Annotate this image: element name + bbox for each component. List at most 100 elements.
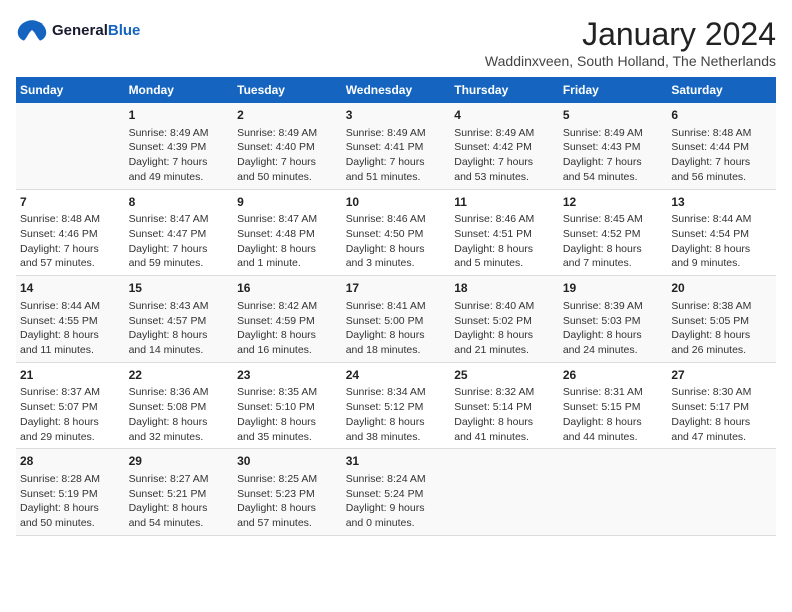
day-info: Sunrise: 8:39 AM Sunset: 5:03 PM Dayligh… — [563, 299, 664, 358]
logo-icon — [16, 16, 48, 44]
day-number: 16 — [237, 280, 338, 297]
calendar-week-row: 1 Sunrise: 8:49 AM Sunset: 4:39 PM Daylig… — [16, 103, 776, 189]
calendar-col-header: Tuesday — [233, 77, 342, 103]
calendar-col-header: Friday — [559, 77, 668, 103]
logo-text: GeneralBlue — [52, 22, 140, 39]
day-info: Sunrise: 8:35 AM Sunset: 5:10 PM Dayligh… — [237, 385, 338, 444]
calendar-cell: 13Sunrise: 8:44 AM Sunset: 4:54 PM Dayli… — [667, 189, 776, 276]
day-number: 18 — [454, 280, 555, 297]
page-header: GeneralBlue January 2024 Waddinxveen, So… — [16, 16, 776, 69]
calendar-cell: 21Sunrise: 8:37 AM Sunset: 5:07 PM Dayli… — [16, 362, 125, 449]
calendar-cell: 3 Sunrise: 8:49 AM Sunset: 4:41 PM Daylig… — [342, 103, 451, 189]
calendar-cell: 24Sunrise: 8:34 AM Sunset: 5:12 PM Dayli… — [342, 362, 451, 449]
day-info: Sunrise: 8:41 AM Sunset: 5:00 PM Dayligh… — [346, 299, 447, 358]
day-info: Sunrise: 8:48 AM Sunset: 4:46 PM Dayligh… — [20, 212, 121, 271]
calendar-col-header: Monday — [125, 77, 234, 103]
day-info: Sunrise: 8:40 AM Sunset: 5:02 PM Dayligh… — [454, 299, 555, 358]
day-info: Sunrise: 8:42 AM Sunset: 4:59 PM Dayligh… — [237, 299, 338, 358]
day-info: Sunrise: 8:49 AM Sunset: 4:41 PM Dayligh… — [346, 126, 447, 185]
calendar-cell: 30Sunrise: 8:25 AM Sunset: 5:23 PM Dayli… — [233, 449, 342, 536]
calendar-cell: 23Sunrise: 8:35 AM Sunset: 5:10 PM Dayli… — [233, 362, 342, 449]
calendar-col-header: Thursday — [450, 77, 559, 103]
day-info: Sunrise: 8:49 AM Sunset: 4:42 PM Dayligh… — [454, 126, 555, 185]
day-info: Sunrise: 8:44 AM Sunset: 4:55 PM Dayligh… — [20, 299, 121, 358]
day-number: 14 — [20, 280, 121, 297]
day-info: Sunrise: 8:49 AM Sunset: 4:40 PM Dayligh… — [237, 126, 338, 185]
day-info: Sunrise: 8:49 AM Sunset: 4:43 PM Dayligh… — [563, 126, 664, 185]
calendar-cell: 17Sunrise: 8:41 AM Sunset: 5:00 PM Dayli… — [342, 276, 451, 363]
day-number: 31 — [346, 453, 447, 470]
calendar-cell: 31 Sunrise: 8:24 AM Sunset: 5:24 PM Dayli… — [342, 449, 451, 536]
day-info: Sunrise: 8:49 AM Sunset: 4:39 PM Dayligh… — [129, 126, 230, 185]
day-number: 12 — [563, 194, 664, 211]
day-number: 5 — [563, 107, 664, 124]
calendar-cell: 7Sunrise: 8:48 AM Sunset: 4:46 PM Daylig… — [16, 189, 125, 276]
calendar-cell: 2Sunrise: 8:49 AM Sunset: 4:40 PM Daylig… — [233, 103, 342, 189]
day-number: 29 — [129, 453, 230, 470]
day-info: Sunrise: 8:46 AM Sunset: 4:51 PM Dayligh… — [454, 212, 555, 271]
month-title: January 2024 — [485, 16, 776, 53]
calendar-cell: 9Sunrise: 8:47 AM Sunset: 4:48 PM Daylig… — [233, 189, 342, 276]
day-number: 24 — [346, 367, 447, 384]
calendar-cell: 1 Sunrise: 8:49 AM Sunset: 4:39 PM Daylig… — [125, 103, 234, 189]
logo: GeneralBlue — [16, 16, 140, 44]
calendar-cell: 27Sunrise: 8:30 AM Sunset: 5:17 PM Dayli… — [667, 362, 776, 449]
calendar-cell — [16, 103, 125, 189]
calendar-week-row: 21Sunrise: 8:37 AM Sunset: 5:07 PM Dayli… — [16, 362, 776, 449]
calendar-cell: 6Sunrise: 8:48 AM Sunset: 4:44 PM Daylig… — [667, 103, 776, 189]
day-number: 30 — [237, 453, 338, 470]
day-number: 11 — [454, 194, 555, 211]
day-info: Sunrise: 8:36 AM Sunset: 5:08 PM Dayligh… — [129, 385, 230, 444]
day-number: 9 — [237, 194, 338, 211]
title-block: January 2024 Waddinxveen, South Holland,… — [485, 16, 776, 69]
calendar-cell: 16 Sunrise: 8:42 AM Sunset: 4:59 PM Dayli… — [233, 276, 342, 363]
day-number: 7 — [20, 194, 121, 211]
day-number: 28 — [20, 453, 121, 470]
calendar-cell: 29 Sunrise: 8:27 AM Sunset: 5:21 PM Dayli… — [125, 449, 234, 536]
day-number: 1 — [129, 107, 230, 124]
calendar-cell: 26Sunrise: 8:31 AM Sunset: 5:15 PM Dayli… — [559, 362, 668, 449]
calendar-cell: 11Sunrise: 8:46 AM Sunset: 4:51 PM Dayli… — [450, 189, 559, 276]
day-number: 26 — [563, 367, 664, 384]
day-info: Sunrise: 8:27 AM Sunset: 5:21 PM Dayligh… — [129, 472, 230, 531]
calendar-week-row: 28 Sunrise: 8:28 AM Sunset: 5:19 PM Dayli… — [16, 449, 776, 536]
calendar-week-row: 14 Sunrise: 8:44 AM Sunset: 4:55 PM Dayli… — [16, 276, 776, 363]
day-info: Sunrise: 8:47 AM Sunset: 4:48 PM Dayligh… — [237, 212, 338, 271]
day-number: 22 — [129, 367, 230, 384]
day-info: Sunrise: 8:44 AM Sunset: 4:54 PM Dayligh… — [671, 212, 772, 271]
calendar-cell: 5 Sunrise: 8:49 AM Sunset: 4:43 PM Daylig… — [559, 103, 668, 189]
calendar-cell — [667, 449, 776, 536]
day-number: 8 — [129, 194, 230, 211]
day-number: 15 — [129, 280, 230, 297]
day-number: 25 — [454, 367, 555, 384]
day-number: 6 — [671, 107, 772, 124]
day-number: 13 — [671, 194, 772, 211]
day-info: Sunrise: 8:28 AM Sunset: 5:19 PM Dayligh… — [20, 472, 121, 531]
calendar-cell — [559, 449, 668, 536]
day-info: Sunrise: 8:43 AM Sunset: 4:57 PM Dayligh… — [129, 299, 230, 358]
day-info: Sunrise: 8:30 AM Sunset: 5:17 PM Dayligh… — [671, 385, 772, 444]
location: Waddinxveen, South Holland, The Netherla… — [485, 53, 776, 69]
day-info: Sunrise: 8:47 AM Sunset: 4:47 PM Dayligh… — [129, 212, 230, 271]
calendar-table: SundayMondayTuesdayWednesdayThursdayFrid… — [16, 77, 776, 536]
calendar-col-header: Wednesday — [342, 77, 451, 103]
calendar-col-header: Sunday — [16, 77, 125, 103]
day-info: Sunrise: 8:38 AM Sunset: 5:05 PM Dayligh… — [671, 299, 772, 358]
calendar-cell: 14 Sunrise: 8:44 AM Sunset: 4:55 PM Dayli… — [16, 276, 125, 363]
day-info: Sunrise: 8:45 AM Sunset: 4:52 PM Dayligh… — [563, 212, 664, 271]
day-info: Sunrise: 8:37 AM Sunset: 5:07 PM Dayligh… — [20, 385, 121, 444]
calendar-cell: 8Sunrise: 8:47 AM Sunset: 4:47 PM Daylig… — [125, 189, 234, 276]
day-info: Sunrise: 8:24 AM Sunset: 5:24 PM Dayligh… — [346, 472, 447, 531]
day-number: 23 — [237, 367, 338, 384]
calendar-cell: 22Sunrise: 8:36 AM Sunset: 5:08 PM Dayli… — [125, 362, 234, 449]
day-number: 20 — [671, 280, 772, 297]
day-info: Sunrise: 8:31 AM Sunset: 5:15 PM Dayligh… — [563, 385, 664, 444]
day-info: Sunrise: 8:34 AM Sunset: 5:12 PM Dayligh… — [346, 385, 447, 444]
calendar-cell: 20 Sunrise: 8:38 AM Sunset: 5:05 PM Dayli… — [667, 276, 776, 363]
day-number: 4 — [454, 107, 555, 124]
calendar-cell: 15 Sunrise: 8:43 AM Sunset: 4:57 PM Dayli… — [125, 276, 234, 363]
day-number: 19 — [563, 280, 664, 297]
day-number: 3 — [346, 107, 447, 124]
calendar-cell: 18 Sunrise: 8:40 AM Sunset: 5:02 PM Dayli… — [450, 276, 559, 363]
calendar-cell: 19 Sunrise: 8:39 AM Sunset: 5:03 PM Dayli… — [559, 276, 668, 363]
